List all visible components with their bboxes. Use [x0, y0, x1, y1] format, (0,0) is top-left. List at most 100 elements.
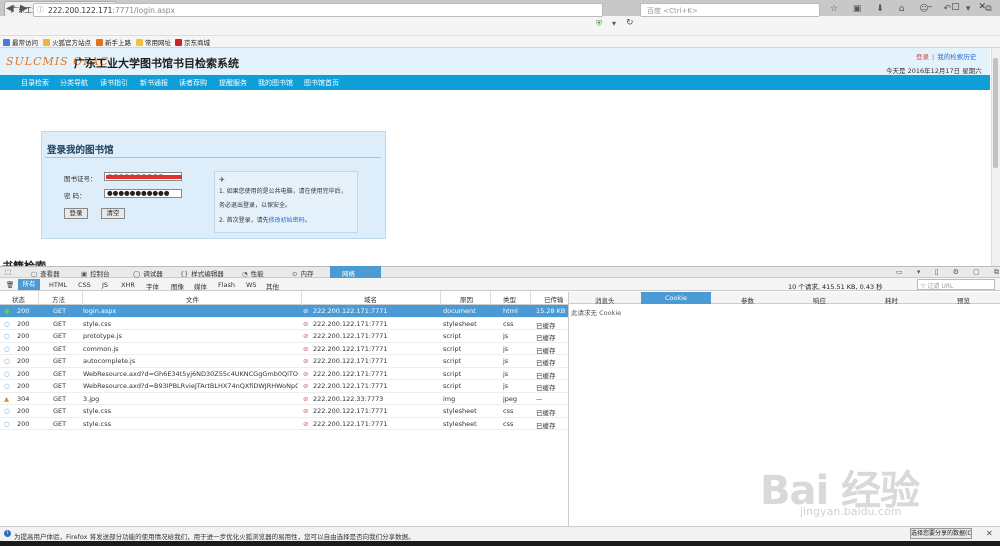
filter-flash[interactable]: Flash [218, 281, 235, 289]
menu-item[interactable]: 提醒服务 [219, 78, 247, 88]
devtools-tab-network[interactable]: 网络 [330, 266, 381, 278]
column-domain[interactable]: 域名 [364, 294, 377, 304]
search-history-link[interactable]: 我的检索历史 [937, 53, 976, 61]
column-transferred[interactable]: 已传输 [544, 294, 564, 304]
devtools-tab-style-editor[interactable]: {} 样式编辑器 [180, 268, 224, 278]
login-button[interactable]: 登录 [64, 208, 88, 219]
filter-images[interactable]: 图像 [171, 281, 184, 291]
partial-heading: 书籍检索 [2, 258, 46, 266]
devtools-tab-console[interactable]: ▣ 控制台 [81, 268, 110, 278]
column-file[interactable]: 文件 [186, 294, 199, 304]
no-cookie-message: 此请求无 Cookie [571, 309, 622, 317]
cell-domain: 222.200.122.171:7771 [313, 382, 388, 390]
share-data-button[interactable]: 选择您要分享的数据(C) [910, 528, 972, 539]
cell-type: css [503, 319, 514, 328]
status-indicator-icon: ○ [4, 419, 10, 428]
column-type[interactable]: 类型 [503, 294, 516, 304]
cell-file: style.css [83, 319, 111, 328]
clear-button[interactable]: 清空 [101, 208, 125, 219]
cell-file: login.aspx [83, 307, 117, 315]
cell-cause: script [443, 332, 462, 340]
pick-element-icon[interactable]: ⬚ [5, 268, 11, 276]
cell-status: 200 [17, 407, 30, 415]
filter-url-input[interactable]: ▽ 过滤 URL [917, 279, 995, 290]
cell-cause: document [443, 307, 476, 315]
shield-icon[interactable]: ⛨ [596, 19, 602, 29]
cell-type: js [503, 344, 509, 353]
bookmark-item[interactable]: 京东商城 [175, 37, 210, 47]
os-taskbar [0, 541, 1000, 546]
detail-tabs [568, 292, 1000, 304]
trash-icon[interactable]: 🗑 [6, 281, 14, 289]
filter-html[interactable]: HTML [49, 281, 67, 289]
filter-fonts[interactable]: 字体 [146, 281, 159, 291]
filter-js[interactable]: JS [102, 281, 108, 289]
dropdown-icon[interactable]: ▾ [612, 19, 616, 28]
devtools-tab-performance[interactable]: ◔ 性能 [242, 268, 264, 278]
menu-item[interactable]: 读书指引 [100, 78, 128, 88]
site-info-icon[interactable]: ⓘ [37, 5, 44, 15]
close-icon[interactable]: ✕ [986, 529, 993, 538]
devtools-tab-debugger[interactable]: ◯ 调试器 [133, 268, 163, 278]
cell-transferred: 已缓存 [536, 409, 556, 417]
cell-method: GET [53, 407, 67, 415]
detail-tab-params[interactable]: 参数 [741, 295, 754, 305]
cell-domain: 222.200.122.171:7771 [313, 332, 388, 340]
filter-other[interactable]: 其他 [266, 281, 279, 291]
cell-file: WebResource.axd?d=B93IPBLRvieJTArtBLHX74… [83, 382, 298, 390]
menu-item[interactable]: 新书通报 [140, 78, 168, 88]
menu-item[interactable]: 目录检索 [21, 78, 49, 88]
bookmark-item[interactable]: 新手上路 [96, 37, 131, 47]
cell-type: js [503, 369, 509, 378]
bookmark-item[interactable]: 火狐官方站点 [43, 37, 91, 47]
scrollbar-thumb[interactable] [993, 58, 998, 168]
url-bar[interactable]: 222.200.122.171:7771/login.aspx [33, 3, 603, 17]
menu-item[interactable]: 图书馆首页 [304, 78, 339, 88]
tab-label: 性能 [250, 270, 264, 278]
column-cause[interactable]: 原因 [460, 294, 473, 304]
filter-css[interactable]: CSS [78, 281, 91, 289]
filter-ws[interactable]: WS [246, 281, 257, 289]
filter-all[interactable]: 所有 [18, 279, 40, 290]
cell-cause: stylesheet [443, 419, 477, 428]
forward-arrow-icon[interactable]: ▶ [20, 3, 28, 14]
cell-domain: 222.200.122.171:7771 [313, 419, 388, 428]
cell-status: 200 [17, 382, 30, 390]
bookmark-item[interactable]: 常用网址 [136, 37, 171, 47]
jd-icon [175, 39, 182, 46]
password-value: ●●●●●●●●●●● [107, 189, 170, 197]
cell-type: jpeg [503, 394, 518, 403]
devtools-tab-inspector[interactable]: ▢ 查看器 [31, 268, 60, 278]
detail-tab-headers[interactable]: 消息头 [595, 295, 615, 305]
menu-item[interactable]: 读者荐购 [179, 78, 207, 88]
site-title: 广东工业大学图书馆书目检索系统 [74, 57, 239, 70]
cell-type: js [503, 332, 509, 340]
password-field[interactable]: ●●●●●●●●●●● [104, 189, 182, 198]
filter-media[interactable]: 媒体 [194, 281, 207, 291]
login-link[interactable]: 登录 [916, 53, 929, 61]
back-arrow-icon[interactable]: ◀ [6, 3, 14, 14]
change-password-link[interactable]: 修改初始密码 [269, 217, 305, 224]
column-method[interactable]: 方法 [52, 294, 65, 304]
filter-xhr[interactable]: XHR [121, 281, 135, 289]
detail-tab-preview[interactable]: 预览 [957, 295, 970, 305]
detail-tab-response[interactable]: 响应 [813, 295, 826, 305]
menu-item[interactable]: 分类导航 [60, 78, 88, 88]
menu-item[interactable]: 我的图书馆 [258, 78, 293, 88]
devtools-tab-memory[interactable]: ⊙ 内存 [292, 268, 313, 278]
cell-method: GET [53, 382, 67, 390]
reload-icon[interactable]: ↻ [626, 18, 634, 28]
detail-tab-timings[interactable]: 耗时 [885, 295, 898, 305]
search-input[interactable]: 百度 <Ctrl+K> [640, 3, 820, 17]
detail-tab-cookie[interactable]: Cookie [641, 292, 711, 304]
debugger-icon: ◯ [133, 270, 141, 278]
toolbar-icons[interactable]: ☆ ▣ ⬇ ⌂ ☺ ↶ ▾ ⧉ ▾ ≡ [830, 4, 1000, 14]
column-status[interactable]: 状态 [12, 294, 25, 304]
bookmark-item[interactable]: 最常访问 [3, 37, 38, 47]
memory-icon: ⊙ [292, 270, 298, 278]
bookmark-label: 常用网址 [145, 39, 171, 47]
cell-file: style.css [83, 407, 111, 415]
devtools-options-icons[interactable]: ▭ ▾ ▯ ⚙ ▢ ⧉ ✕ [896, 268, 1000, 277]
cell-file: WebResource.axd?d=Gh6E34t5yj6ND30Z55c4UK… [83, 369, 298, 378]
header-links: 登录 | 我的检索历史 [916, 51, 976, 61]
